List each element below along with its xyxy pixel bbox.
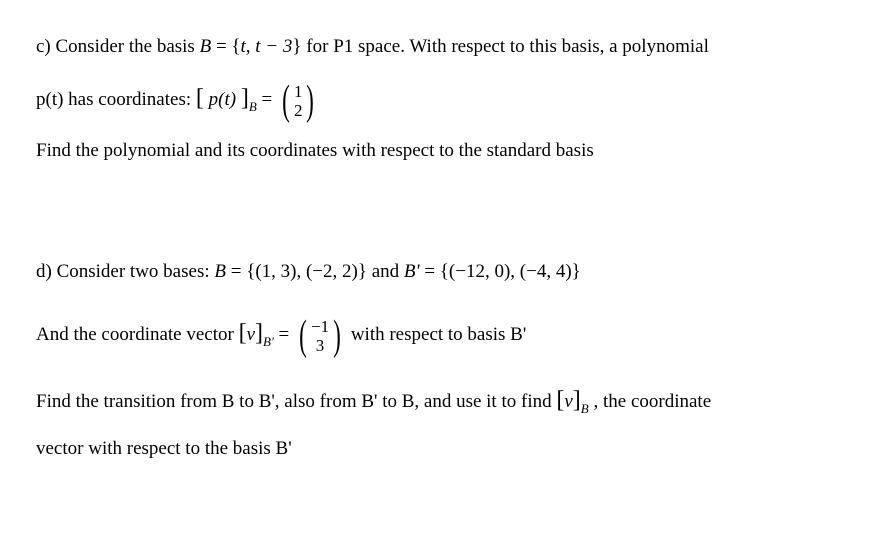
column-vector: ( 1 2 ): [279, 80, 318, 122]
column-vector-d: ( −1 3 ): [296, 315, 344, 357]
coord-inner-v: v: [247, 324, 255, 345]
coord-inner: p(t): [209, 89, 236, 110]
coord-bracket: [ p(t) ]B: [196, 89, 262, 110]
partc-line1-prefix: c) Consider the basis: [36, 36, 200, 57]
partc-basis: B = {t, t − 3}: [200, 36, 307, 57]
partc-line1: c) Consider the basis B = {t, t − 3} for…: [36, 28, 848, 65]
coord-bracket-v: [v]B': [239, 324, 279, 345]
left-paren-icon: (: [299, 315, 307, 357]
vector-entry-bot: 2: [294, 101, 303, 120]
partd-basis-bprime: B' = {(−12, 0), (−4, 4)}: [404, 261, 581, 282]
coord-sub: B: [249, 99, 257, 114]
partd-line1-prefix: d) Consider two bases:: [36, 261, 214, 282]
partc-line2-prefix: p(t) has coordinates:: [36, 89, 196, 110]
partc-line2: p(t) has coordinates: [ p(t) ]B = ( 1 2 …: [36, 75, 848, 122]
vector-entry-top: 1: [294, 82, 303, 101]
vector-entries: 1 2: [293, 82, 304, 120]
right-paren-icon: ): [307, 80, 315, 122]
partd-line4: vector with respect to the basis B': [36, 430, 848, 467]
partd-line2-prefix: And the coordinate vector: [36, 324, 239, 345]
basis-symbol: B: [200, 36, 212, 57]
partd-line3: Find the transition from B to B', also f…: [36, 377, 848, 424]
right-paren-icon: ): [333, 315, 341, 357]
coord-sub-b: B: [581, 401, 589, 416]
left-paren-icon: (: [282, 80, 290, 122]
partd-line1: d) Consider two bases: B = {(1, 3), (−2,…: [36, 253, 848, 290]
partd-line2: And the coordinate vector [v]B' = ( −1 3…: [36, 310, 848, 357]
coord-sub-bprime: B': [263, 334, 274, 349]
coord-bracket-vb: [v]B: [556, 391, 593, 412]
vector-entry-bot: 3: [316, 336, 325, 355]
partc-line3: Find the polynomial and its coordinates …: [36, 132, 848, 169]
basis-contents: t, t − 3: [241, 36, 293, 57]
partd-line2-suffix: with respect to basis B': [351, 324, 526, 345]
vector-entries-d: −1 3: [310, 317, 330, 355]
partc-line1-suffix: for P1 space. With respect to this basis…: [306, 36, 709, 57]
partd-basis-b: B = {(1, 3), (−2, 2)}: [214, 261, 371, 282]
vector-entry-top: −1: [311, 317, 329, 336]
